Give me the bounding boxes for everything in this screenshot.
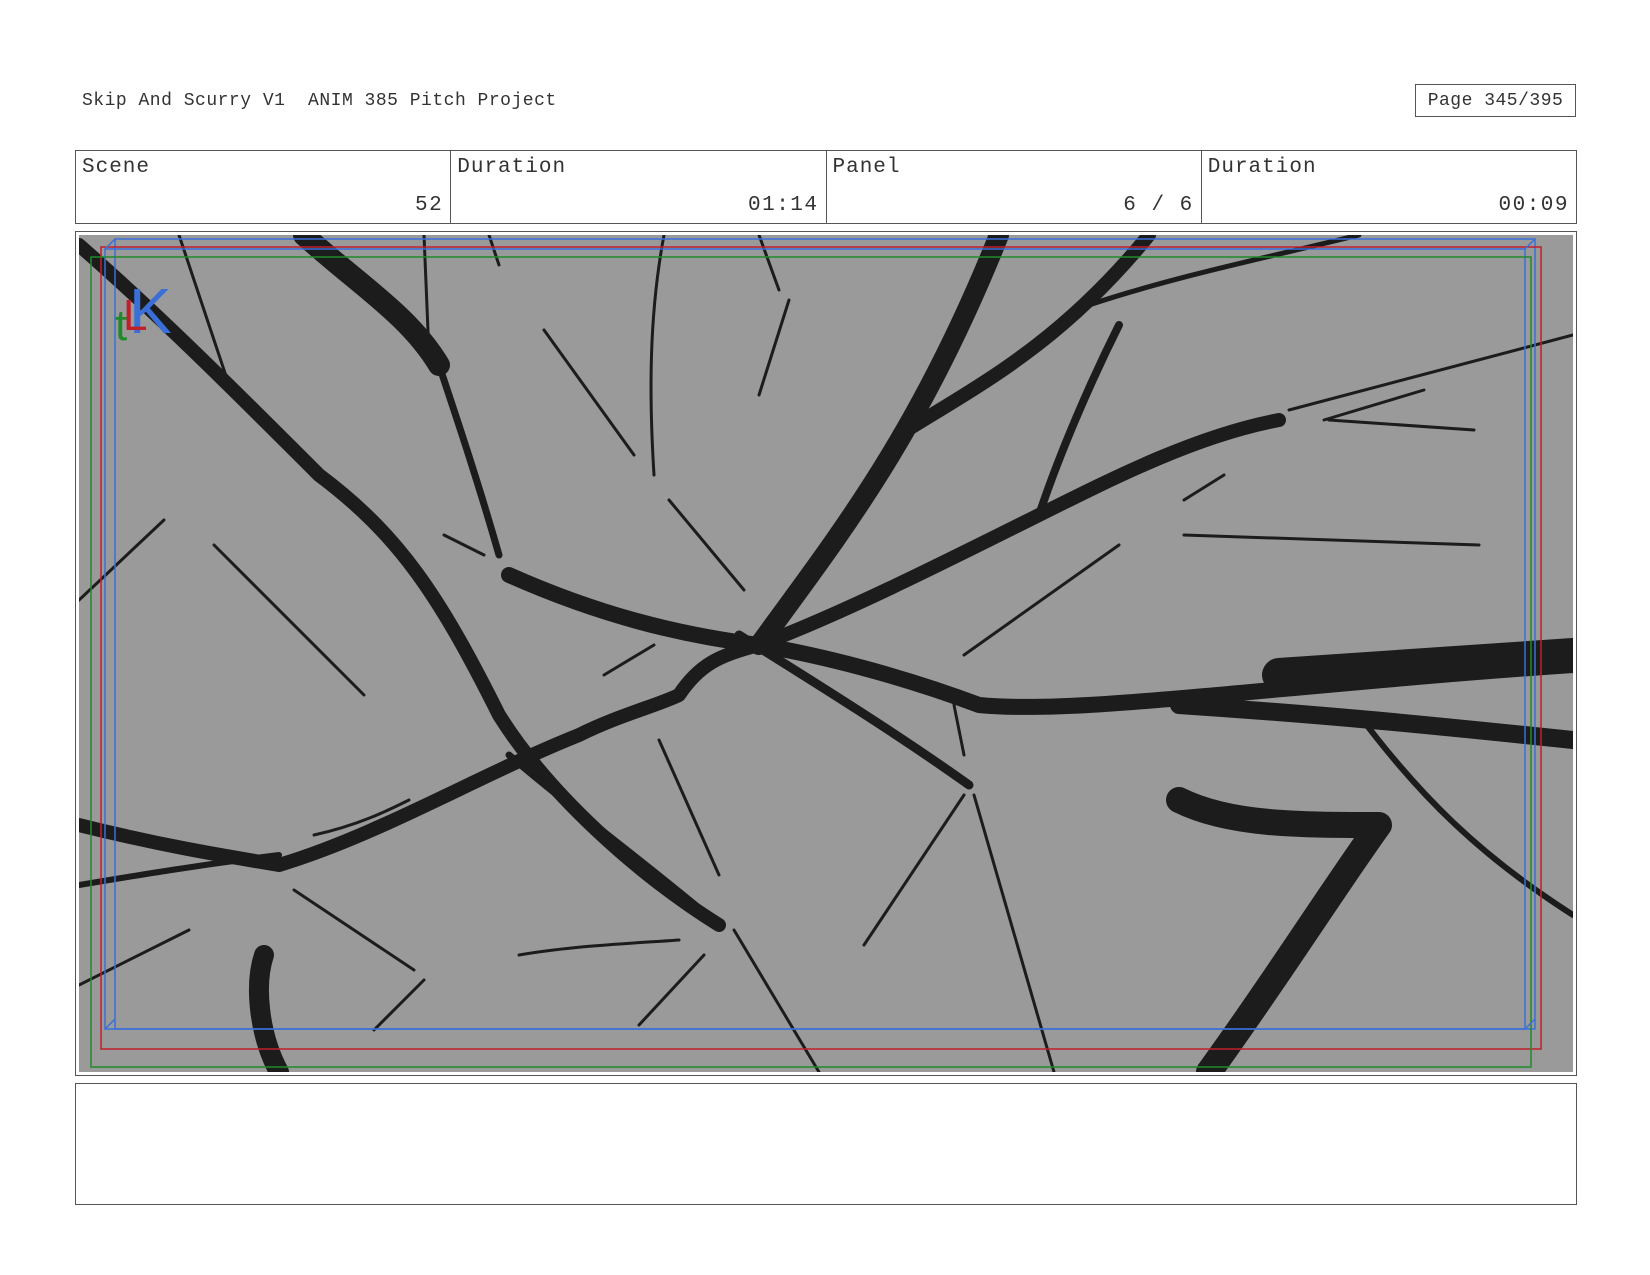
storyboard-panel-image: K t L	[79, 235, 1573, 1072]
scene-cell: Scene 52	[76, 151, 452, 223]
panel-cell: Panel 6 / 6	[827, 151, 1202, 223]
scene-duration-cell: Duration 01:14	[451, 151, 827, 223]
panel-notes-box	[75, 1083, 1577, 1205]
panel-duration-label: Duration	[1207, 156, 1317, 179]
project-title: Skip And Scurry V1 ANIM 385 Pitch Projec…	[82, 91, 557, 111]
branch-right-thick	[1262, 638, 1573, 692]
panel-duration-cell: Duration 00:09	[1202, 151, 1576, 223]
scene-label: Scene	[82, 156, 151, 179]
scene-value: 52	[415, 194, 444, 217]
svg-text:L: L	[123, 291, 147, 340]
scene-info-table: Scene 52 Duration 01:14 Panel 6 / 6 Dura…	[75, 150, 1577, 224]
scene-duration-value: 01:14	[747, 194, 819, 217]
panel-label: Panel	[832, 156, 901, 179]
panel-value: 6 / 6	[1123, 194, 1194, 217]
scene-duration-label: Duration	[457, 156, 567, 179]
panel-duration-value: 00:09	[1498, 194, 1569, 217]
page-counter: Page 345/395	[1415, 84, 1576, 117]
